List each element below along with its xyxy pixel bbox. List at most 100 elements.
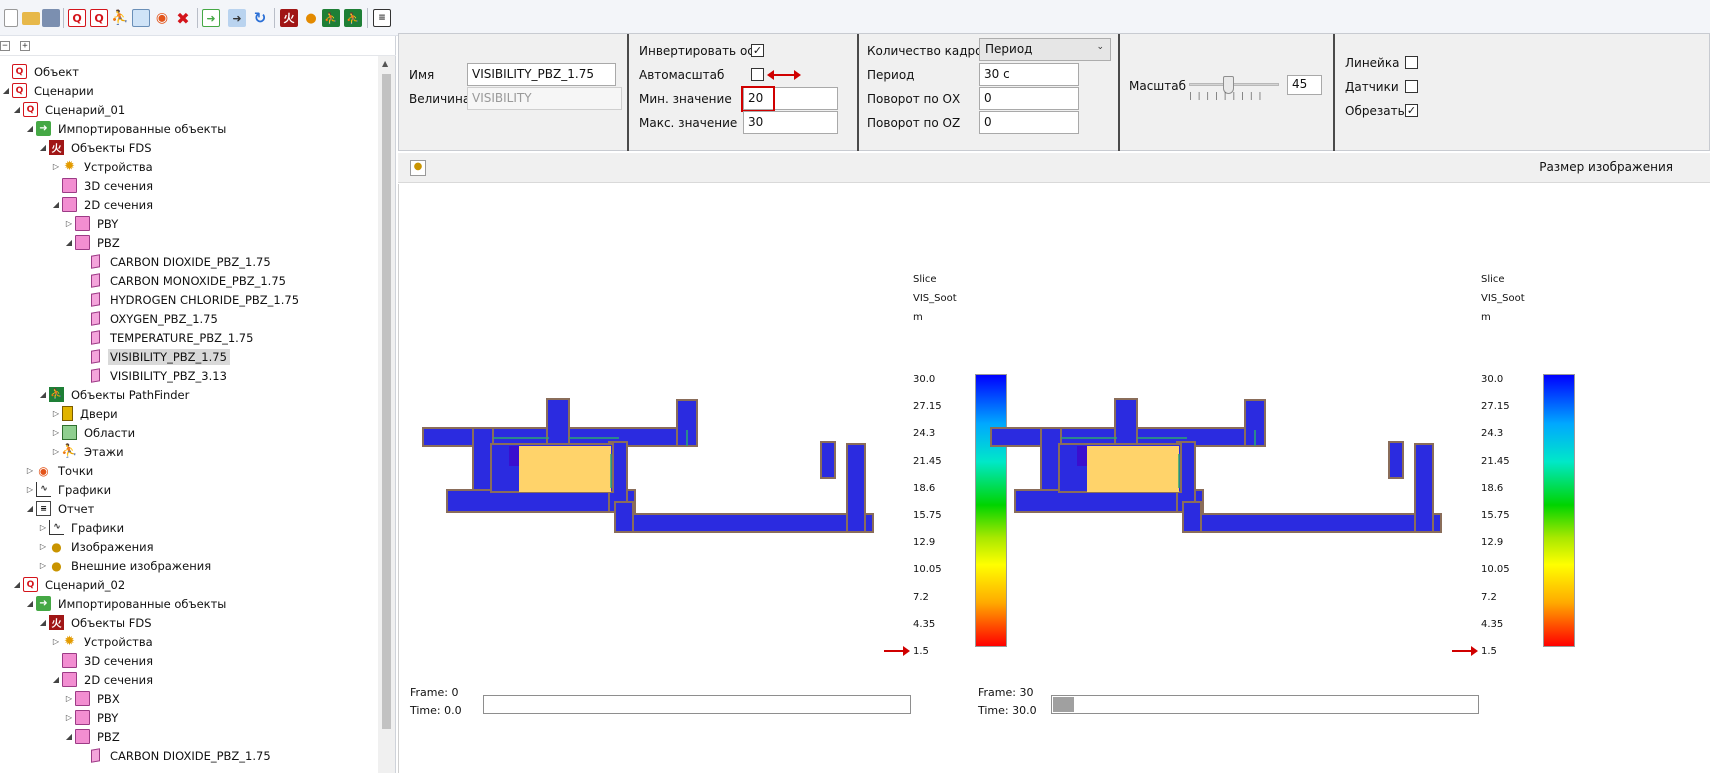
tree-item[interactable]: ◢ Q Сценарии [0, 81, 378, 100]
collapse-arrow-icon[interactable]: ◢ [0, 86, 12, 95]
tree-item[interactable]: ◢ Q Сценарий_01 [0, 100, 378, 119]
time-progress-bar[interactable] [483, 695, 911, 714]
collapse-arrow-icon[interactable]: ◢ [11, 580, 23, 589]
tree-item[interactable]: ◢ Q Сценарий_02 [0, 575, 378, 594]
tree-item[interactable]: ▷ ◉ Точки [0, 461, 378, 480]
scroll-up-icon[interactable]: ▲ [382, 59, 388, 68]
sensors-checkbox[interactable] [1405, 80, 1418, 93]
tree-item[interactable]: 3D сечения [0, 651, 378, 670]
expand-arrow-icon[interactable]: ▷ [50, 447, 62, 456]
tree-scrollbar[interactable]: ▲ [378, 56, 395, 773]
tree-item[interactable]: ◢ 2D сечения [0, 195, 378, 214]
collapse-arrow-icon[interactable]: ◢ [50, 675, 62, 684]
rotation-ox-field[interactable]: 0 [979, 87, 1079, 110]
invert-axis-checkbox[interactable]: ✓ [751, 44, 764, 57]
expand-arrow-icon[interactable]: ▷ [50, 637, 62, 646]
tree-item[interactable]: ▷ ∿ Графики [0, 518, 378, 537]
expand-arrow-icon[interactable]: ▷ [37, 542, 49, 551]
expand-arrow-icon[interactable]: ▷ [63, 713, 75, 722]
expand-all-icon[interactable]: + [20, 41, 30, 51]
tree-item[interactable]: ◢ ≡ Отчет [0, 499, 378, 518]
expand-arrow-icon[interactable]: ▷ [24, 485, 36, 494]
collapse-arrow-icon[interactable]: ◢ [24, 124, 36, 133]
collapse-arrow-icon[interactable]: ◢ [50, 200, 62, 209]
import-icon[interactable]: ➜ [202, 9, 220, 27]
expand-arrow-icon[interactable]: ▷ [37, 523, 49, 532]
q-scenario-icon[interactable]: Q [68, 9, 86, 27]
add-point-icon[interactable]: ◉ [153, 9, 171, 27]
expand-arrow-icon[interactable]: ▷ [63, 694, 75, 703]
tree-item[interactable]: CARBON DIOXIDE_PBZ_1.75 [0, 746, 378, 765]
tree-item[interactable]: ▷ Двери [0, 404, 378, 423]
tree-item[interactable]: ◢ ⛹ Объекты PathFinder [0, 385, 378, 404]
scrollbar-thumb[interactable] [382, 74, 391, 729]
collapse-arrow-icon[interactable]: ◢ [37, 390, 49, 399]
tree-item[interactable]: ▷ Области [0, 423, 378, 442]
tree-item[interactable]: ▷ ⛹ Этажи [0, 442, 378, 461]
scale-field[interactable]: 45 [1287, 75, 1322, 95]
collapse-all-icon[interactable]: − [0, 41, 10, 51]
expand-arrow-icon[interactable]: ▷ [63, 219, 75, 228]
tree-item[interactable]: VISIBILITY_PBZ_1.75 [0, 347, 378, 366]
collapse-arrow-icon[interactable]: ◢ [11, 105, 23, 114]
open-folder-icon[interactable] [22, 12, 40, 25]
tree-item[interactable]: VISIBILITY_PBZ_3.13 [0, 366, 378, 385]
tree-item[interactable]: ◢ PBZ [0, 727, 378, 746]
q-add-icon[interactable]: Q [90, 9, 108, 27]
tree-item[interactable]: OXYGEN_PBZ_1.75 [0, 309, 378, 328]
period-field[interactable]: 30 с [979, 63, 1079, 86]
expand-arrow-icon[interactable]: ▷ [24, 466, 36, 475]
pathfinder-run-icon[interactable]: ⛹ [344, 9, 362, 27]
collapse-arrow-icon[interactable]: ◢ [24, 504, 36, 513]
crop-checkbox[interactable]: ✓ [1405, 104, 1418, 117]
expand-arrow-icon[interactable]: ▷ [37, 561, 49, 570]
rotation-oz-field[interactable]: 0 [979, 111, 1079, 134]
tree-item[interactable]: ▷ PBY [0, 708, 378, 727]
expand-arrow-icon[interactable]: ▷ [50, 428, 62, 437]
tree-item[interactable]: Q Объект [0, 62, 378, 81]
report-icon[interactable]: ≡ [373, 9, 391, 27]
time-progress-bar[interactable] [1051, 695, 1479, 714]
tree-item[interactable]: ◢ ➜ Импортированные объекты [0, 594, 378, 613]
collapse-arrow-icon[interactable]: ◢ [24, 599, 36, 608]
pathfinder-icon[interactable]: ⛹ [322, 9, 340, 27]
expand-arrow-icon[interactable]: ▷ [50, 409, 62, 418]
tree-item[interactable]: ◢ 火 Объекты FDS [0, 138, 378, 157]
tree-item[interactable]: ▷ PBY [0, 214, 378, 233]
tree-item[interactable]: CARBON MONOXIDE_PBZ_1.75 [0, 271, 378, 290]
tree-item[interactable]: ▷ ● Внешние изображения [0, 556, 378, 575]
max-value-field[interactable]: 30 [743, 111, 838, 134]
refresh-icon[interactable]: ↻ [251, 9, 269, 27]
tree-item[interactable]: ▷ ✹ Устройства [0, 632, 378, 651]
ruler-checkbox[interactable] [1405, 56, 1418, 69]
tree-item[interactable]: ◢ ➜ Импортированные объекты [0, 119, 378, 138]
copy-icon[interactable] [132, 9, 150, 27]
tree-item[interactable]: ▷ PBX [0, 689, 378, 708]
autoscale-checkbox[interactable] [751, 68, 764, 81]
collapse-arrow-icon[interactable]: ◢ [37, 618, 49, 627]
fire-icon[interactable]: ● [302, 9, 320, 27]
collapse-arrow-icon[interactable]: ◢ [63, 238, 75, 247]
name-field[interactable]: VISIBILITY_PBZ_1.75 [467, 63, 616, 86]
image-settings-icon[interactable]: ● [410, 160, 426, 176]
tree-item[interactable]: ◢ 2D сечения [0, 670, 378, 689]
frame-count-select[interactable]: Период ⌄ [979, 38, 1111, 61]
expand-arrow-icon[interactable]: ▷ [50, 162, 62, 171]
new-file-icon[interactable] [4, 9, 18, 27]
collapse-arrow-icon[interactable]: ◢ [37, 143, 49, 152]
delete-icon[interactable]: ✖ [174, 9, 192, 28]
tree-item[interactable]: ▷ ● Изображения [0, 537, 378, 556]
collapse-arrow-icon[interactable]: ◢ [63, 732, 75, 741]
tree-item[interactable]: 3D сечения [0, 176, 378, 195]
run-person-icon[interactable]: ⛹ [111, 9, 129, 27]
save-icon[interactable] [42, 9, 60, 27]
tree-item[interactable]: HYDROGEN CHLORIDE_PBZ_1.75 [0, 290, 378, 309]
export-icon[interactable]: ➜ [228, 9, 246, 27]
tree-item[interactable]: ▷ ✹ Устройства [0, 157, 378, 176]
tree-item[interactable]: ◢ PBZ [0, 233, 378, 252]
tree-item[interactable]: ▷ ∿ Графики [0, 480, 378, 499]
tree-item[interactable]: TEMPERATURE_PBZ_1.75 [0, 328, 378, 347]
scale-slider-track[interactable] [1189, 83, 1279, 86]
fds-icon[interactable]: 火 [280, 9, 298, 27]
tree-item[interactable]: CARBON DIOXIDE_PBZ_1.75 [0, 252, 378, 271]
